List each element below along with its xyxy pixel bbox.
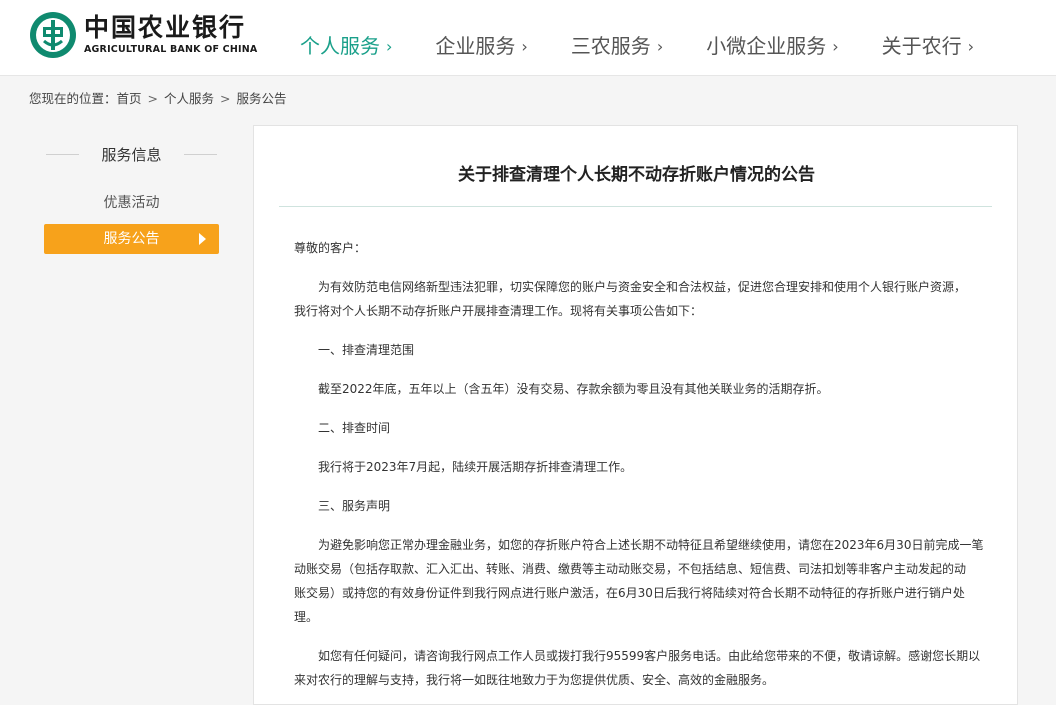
section-heading: 三、服务声明 [318,499,391,513]
article-paragraph: 账交易）或持您的有效身份证件到我行网点进行账户激活，在6月30日后我行将陆续对符… [294,586,965,600]
chevron-right-icon: › [386,37,393,56]
logo-chinese-name: 中国农业银行 [84,13,247,42]
nav-item-agriculture[interactable]: 三农服务 › [571,30,663,64]
sidebar-item-announcements[interactable]: 服务公告 [44,224,219,254]
article-paragraph: 来对农行的理解与支持，我行将一如既往地致力于为您提供优质、安全、高效的金融服务。 [294,673,775,687]
chevron-right-icon: › [521,37,528,56]
site-header: 中国农业银行 AGRICULTURAL BANK OF CHINA 个人服务 › … [0,0,1056,76]
breadcrumb-personal-link[interactable]: 个人服务 [164,91,214,106]
nav-item-about[interactable]: 关于农行 › [882,30,974,64]
article-paragraph: 我行将于2023年7月起，陆续开展活期存折排查清理工作。 [318,460,633,474]
chevron-right-icon: › [967,37,975,56]
bank-logo[interactable]: 中国农业银行 AGRICULTURAL BANK OF CHINA [30,12,257,58]
nav-item-small-business[interactable]: 小微企业服务 › [706,30,838,64]
breadcrumb-separator: > [147,91,159,106]
section-heading: 一、排查清理范围 [318,343,415,357]
divider [46,153,80,155]
breadcrumb-separator: > [220,91,231,106]
nav-item-label: 个人服务 [300,34,380,58]
breadcrumb-current[interactable]: 服务公告 [237,91,287,106]
chevron-right-icon: › [832,37,839,56]
article-paragraph: 如您有任何疑问，请咨询我行网点工作人员或拨打我行95599客户服务电话。由此给您… [318,649,981,663]
article-panel: 关于排查清理个人长期不动存折账户情况的公告 尊敬的客户： 为有效防范电信网络新型… [253,125,1018,705]
breadcrumb-prefix: 您现在的位置： [29,91,117,106]
chevron-right-icon: › [656,37,664,56]
sidebar-item-label: 优惠活动 [103,195,160,211]
divider [279,206,992,207]
nav-item-label: 小微企业服务 [706,34,827,58]
abc-logo-icon [30,12,76,58]
breadcrumb-home-link[interactable]: 首页 [117,91,142,106]
nav-item-label: 关于农行 [881,34,962,58]
breadcrumb: 您现在的位置：首页 > 个人服务 > 服务公告 [29,90,287,108]
nav-item-label: 三农服务 [570,34,651,58]
logo-english-name: AGRICULTURAL BANK OF CHINA [84,44,258,55]
sidebar-title-text: 服务信息 [101,145,162,164]
main-nav: 个人服务 › 企业服务 › 三农服务 › 小微企业服务 › 关于农行 › [300,30,1017,64]
section-heading: 二、排查时间 [318,421,391,435]
divider [183,153,217,155]
article-paragraph: 为有效防范电信网络新型违法犯罪，切实保障您的账户与资金安全和合法权益，促进您合理… [318,280,967,294]
nav-item-personal[interactable]: 个人服务 › [300,30,392,64]
sidebar-item-promotions[interactable]: 优惠活动 [44,188,219,218]
sidebar-title: 服务信息 [44,140,219,168]
nav-item-label: 企业服务 [435,34,516,58]
sidebar: 服务信息 优惠活动 服务公告 [44,140,219,254]
article-title: 关于排查清理个人长期不动存折账户情况的公告 [458,165,815,185]
article-paragraph: 理。 [294,610,319,624]
sidebar-item-label: 服务公告 [103,231,160,247]
article-paragraph: 为避免影响您正常办理金融业务，如您的存折账户符合上述长期不动特征且希望继续使用，… [318,538,984,552]
article-paragraph: 动账交易（包括存取款、汇入汇出、转账、消费、缴费等主动动账交易，不包括结息、短信… [294,562,967,576]
article-paragraph: 截至2022年底，五年以上（含五年）没有交易、存款余额为零且没有其他关联业务的活… [318,382,829,396]
caret-right-icon [199,233,206,245]
article-paragraph: 我行将对个人长期不动存折账户开展排查清理工作。现将有关事项公告如下： [294,304,703,318]
nav-item-corporate[interactable]: 企业服务 › [435,30,527,64]
article-greeting: 尊敬的客户： [294,241,367,255]
